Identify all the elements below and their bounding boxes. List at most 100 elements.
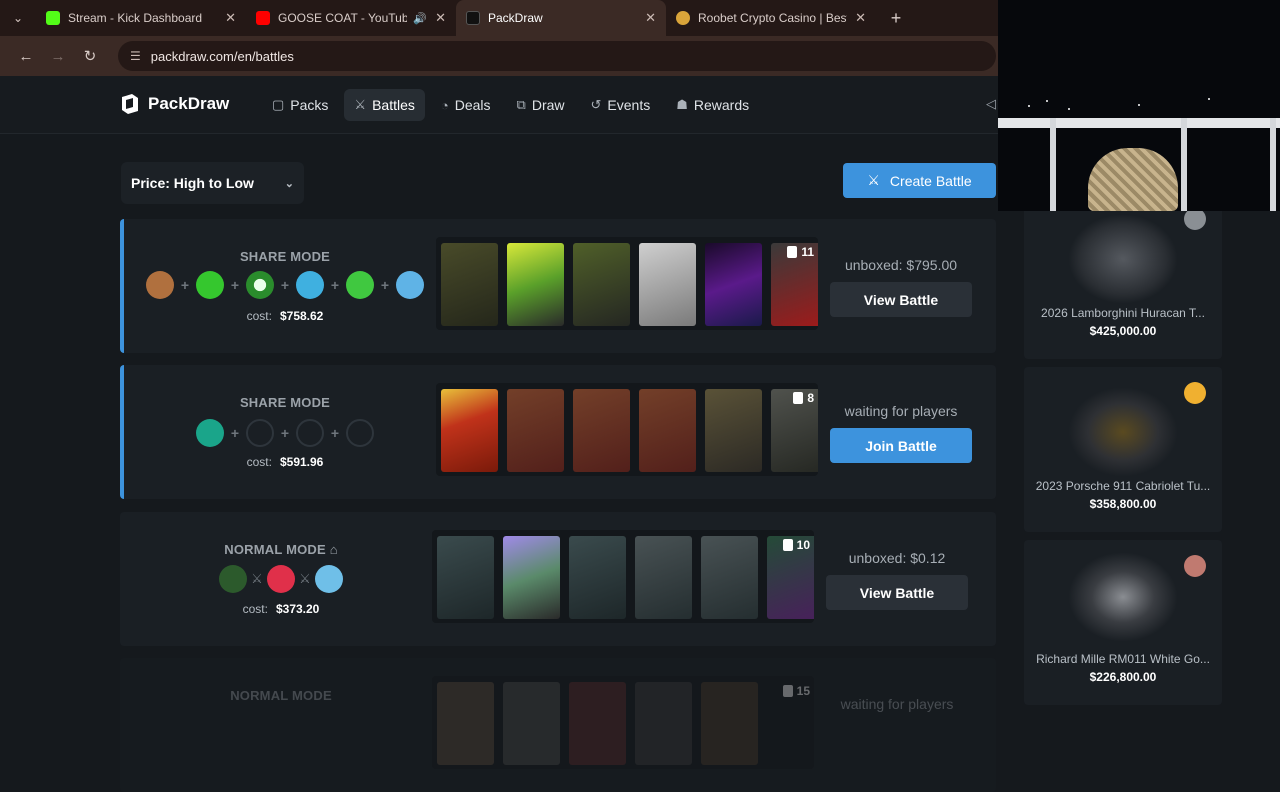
- pack-count: 10: [796, 538, 810, 552]
- city-light: [1068, 108, 1070, 110]
- create-battle-button[interactable]: ⚔ Create Battle: [843, 163, 996, 198]
- battle-mode: SHARE MODE: [239, 249, 331, 264]
- tab-search-chevron-icon[interactable]: ⌄: [0, 0, 36, 36]
- balcony-post: [1181, 118, 1187, 211]
- player-avatar[interactable]: [196, 419, 224, 447]
- pack-strip[interactable]: 8: [436, 383, 818, 476]
- roobet-favicon-icon: [676, 11, 690, 25]
- drop-item-name: Richard Mille RM011 White Go...: [1036, 652, 1210, 666]
- nav-battles[interactable]: ⚔ Battles: [344, 89, 425, 121]
- speaker-icon[interactable]: 🔊: [413, 12, 427, 25]
- player-avatar[interactable]: [267, 565, 295, 593]
- cost-value: $758.62: [279, 309, 324, 323]
- city-light: [1028, 105, 1030, 107]
- new-tab-button[interactable]: +: [882, 8, 910, 29]
- city-light: [1138, 104, 1140, 106]
- nav-rewards[interactable]: ☗ Rewards: [666, 89, 759, 121]
- tab-title: GOOSE COAT - YouTube: [278, 11, 408, 25]
- browser-tab-roobet[interactable]: Roobet Crypto Casino | Best Bit ✕: [666, 0, 876, 36]
- address-bar-row: ← → ↻ ☰ packdraw.com/en/battles: [0, 36, 998, 76]
- empty-player-slot[interactable]: [296, 419, 324, 447]
- cost-label: cost:: [242, 602, 268, 616]
- versus-icon: ⚔: [251, 571, 263, 586]
- forward-arrow-icon[interactable]: →: [42, 48, 74, 65]
- player-avatar[interactable]: [396, 271, 424, 299]
- pack-image: [639, 389, 696, 472]
- site-settings-icon[interactable]: ☰: [130, 49, 141, 63]
- nav-packs[interactable]: ▢ Packs: [262, 89, 338, 121]
- volume-icon[interactable]: ◁: [986, 96, 996, 112]
- back-arrow-icon[interactable]: ←: [10, 48, 42, 65]
- recent-drop-card[interactable]: 2026 Lamborghini Huracan T... $425,000.0…: [1024, 194, 1222, 359]
- spectate-icon: ⌂: [329, 542, 338, 557]
- sort-label: Price: High to Low: [131, 175, 254, 191]
- pack-image: [569, 682, 626, 765]
- tab-close-icon[interactable]: ✕: [435, 10, 446, 26]
- plus-icon: +: [280, 425, 290, 441]
- battle-status: unboxed: $795.00: [844, 257, 958, 273]
- plus-icon: +: [230, 277, 240, 293]
- swords-icon: ⚔: [354, 97, 367, 112]
- empty-player-slot[interactable]: [246, 419, 274, 447]
- pack-image: [441, 389, 498, 472]
- battle-status: unboxed: $0.12: [848, 550, 946, 566]
- player-avatar[interactable]: [246, 271, 274, 299]
- player-avatar[interactable]: [346, 271, 374, 299]
- tab-close-icon[interactable]: ✕: [645, 10, 656, 26]
- draw-icon: ⧉: [516, 97, 526, 112]
- pack-count-badge: 11: [787, 245, 814, 259]
- player-avatar[interactable]: [146, 271, 174, 299]
- browser-tab-youtube[interactable]: GOOSE COAT - YouTube 🔊 ✕: [246, 0, 456, 36]
- drop-item-price: $226,800.00: [1089, 670, 1157, 684]
- tab-close-icon[interactable]: ✕: [855, 10, 866, 26]
- pack-image: [635, 682, 692, 765]
- webcam-overlay: [998, 0, 1280, 211]
- url-input[interactable]: ☰ packdraw.com/en/battles: [118, 41, 996, 71]
- reload-icon[interactable]: ↻: [74, 47, 106, 65]
- versus-icon: ⚔: [299, 571, 311, 586]
- view-battle-button[interactable]: View Battle: [826, 575, 968, 610]
- battle-mode: NORMAL MODE: [230, 688, 332, 703]
- player-avatar[interactable]: [196, 271, 224, 299]
- mode-label: NORMAL MODE: [224, 542, 326, 557]
- empty-player-slot[interactable]: [346, 419, 374, 447]
- browser-tab-packdraw[interactable]: PackDraw ✕: [456, 0, 666, 36]
- nav-draw[interactable]: ⧉ Draw: [507, 89, 575, 121]
- browser-tab-kick[interactable]: Stream - Kick Dashboard ✕: [36, 0, 246, 36]
- balcony-rail: [998, 118, 1280, 128]
- sort-dropdown[interactable]: Price: High to Low ⌄: [121, 162, 304, 204]
- pack-icon: [782, 685, 793, 697]
- player-avatar[interactable]: [315, 565, 343, 593]
- user-avatar-icon: [1184, 555, 1206, 577]
- packdraw-logo[interactable]: PackDraw: [120, 93, 229, 115]
- battle-row: NORMAL MODE ⌂ ⚔ ⚔ cost: $373.20 10 unboxe…: [120, 512, 996, 646]
- drop-item-price: $425,000.00: [1089, 324, 1157, 338]
- pack-strip[interactable]: 15: [432, 676, 814, 769]
- join-battle-button[interactable]: Join Battle: [830, 428, 972, 463]
- pack-count: 8: [807, 391, 814, 405]
- drop-item-name: 2026 Lamborghini Huracan T...: [1041, 306, 1205, 320]
- pack-image: [573, 243, 630, 326]
- view-battle-button[interactable]: View Battle: [830, 282, 972, 317]
- battle-status: waiting for players: [844, 403, 958, 419]
- recent-drop-card[interactable]: Richard Mille RM011 White Go... $226,800…: [1024, 540, 1222, 705]
- recent-drop-card[interactable]: 2023 Porsche 911 Cabriolet Tu... $358,80…: [1024, 367, 1222, 532]
- tab-close-icon[interactable]: ✕: [225, 10, 236, 26]
- tab-title: PackDraw: [488, 11, 543, 25]
- nav-deals[interactable]: ◔ Deals: [431, 89, 501, 121]
- pack-strip[interactable]: 11: [436, 237, 818, 330]
- battle-mode: SHARE MODE: [239, 395, 331, 410]
- player-avatar[interactable]: [219, 565, 247, 593]
- nav-label: Battles: [372, 97, 415, 113]
- player-avatar[interactable]: [296, 271, 324, 299]
- battle-players: + + + + +: [124, 271, 446, 299]
- drop-item-image: [1068, 387, 1178, 477]
- battle-row: NORMAL MODE 15 waiting for players: [120, 658, 996, 792]
- pack-image: [503, 682, 560, 765]
- battle-cost: cost: $373.20: [120, 602, 442, 616]
- drop-item-name: 2023 Porsche 911 Cabriolet Tu...: [1035, 479, 1211, 493]
- nav-events[interactable]: ↺ Events: [581, 89, 661, 121]
- pack-strip[interactable]: 10: [432, 530, 814, 623]
- nav-label: Deals: [454, 97, 491, 113]
- packdraw-favicon-icon: [466, 11, 480, 25]
